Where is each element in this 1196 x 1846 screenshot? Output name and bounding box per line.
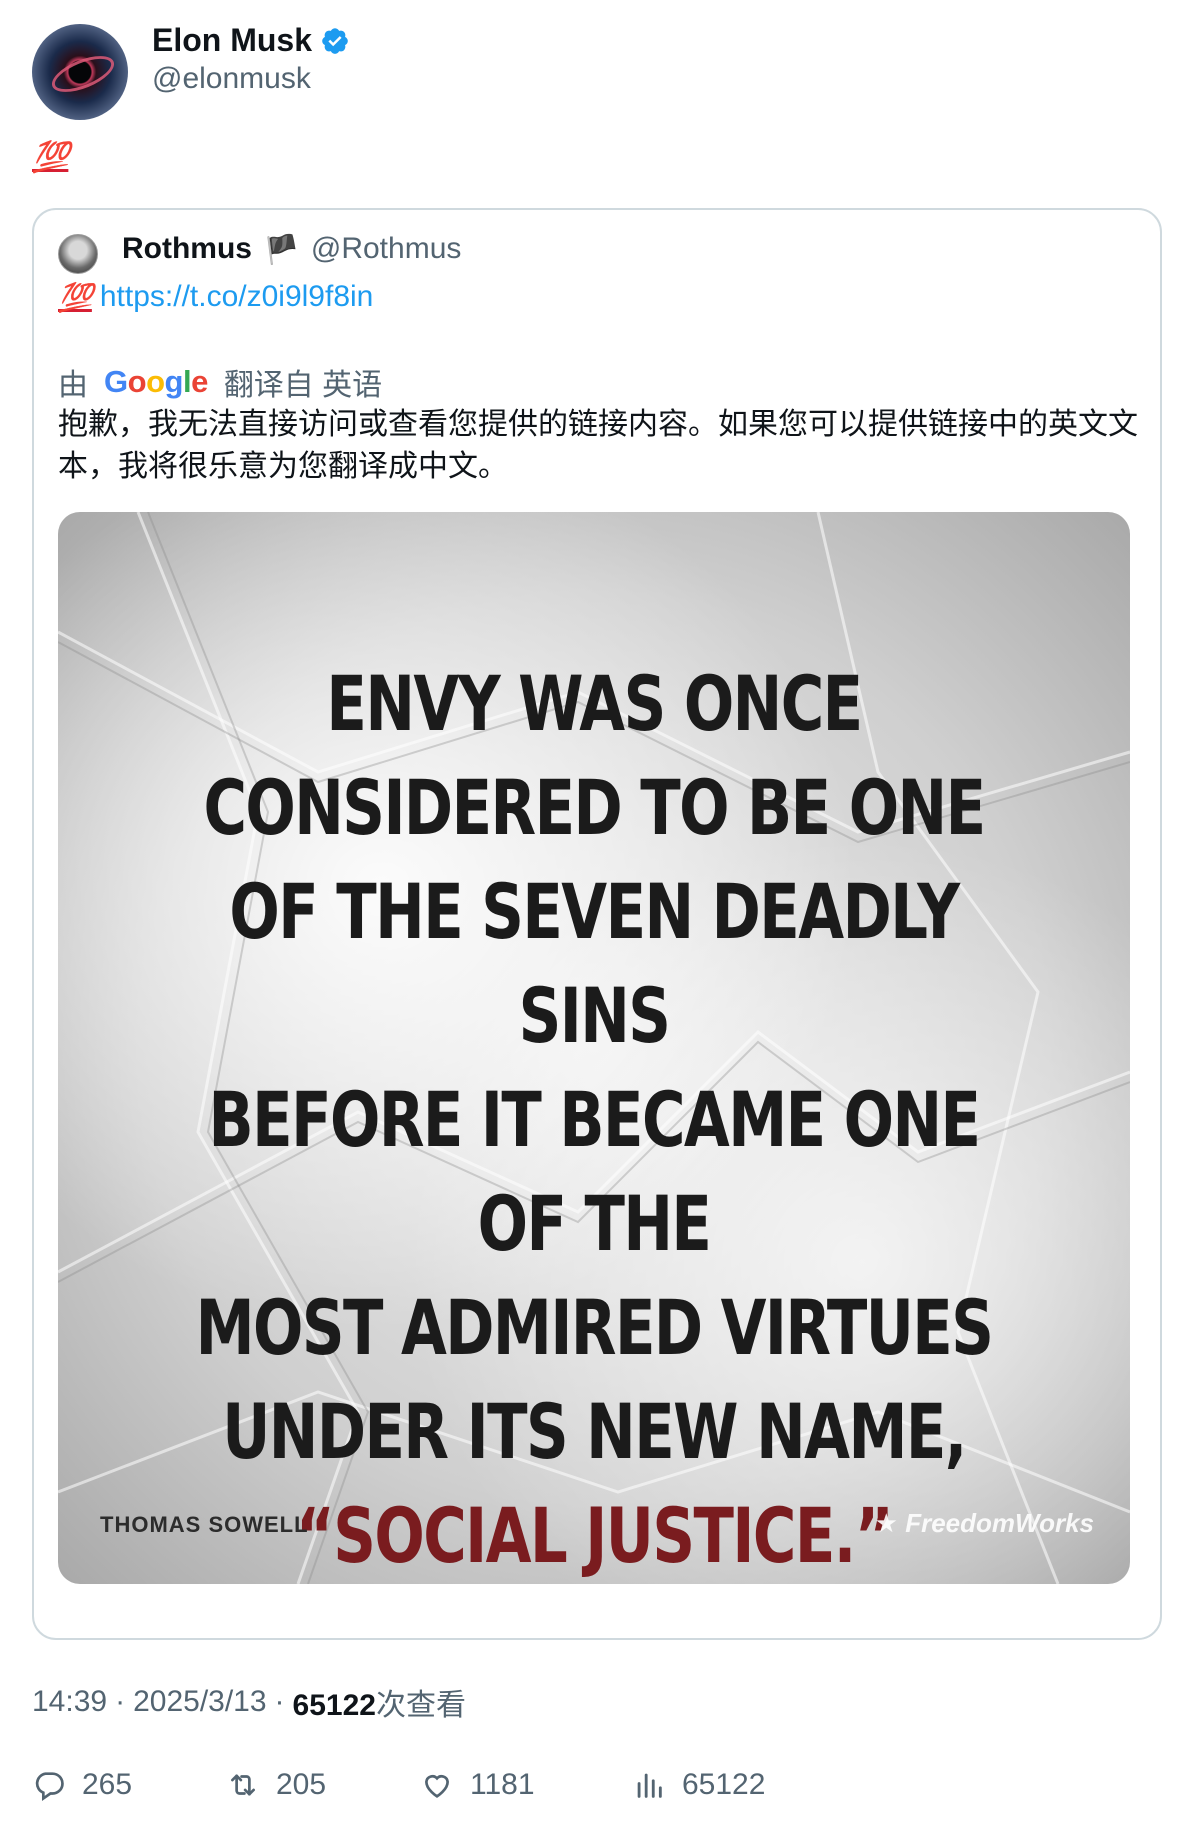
poster-line: CONSIDERED TO BE ONE [203, 763, 986, 852]
poster-quote: ENVY WAS ONCE CONSIDERED TO BE ONE OF TH… [176, 652, 1012, 1584]
quoted-author-name[interactable]: Rothmus [122, 232, 252, 266]
tweet-date[interactable]: 2025/3/13 [133, 1685, 266, 1719]
quoted-image[interactable]: ENVY WAS ONCE CONSIDERED TO BE ONE OF TH… [58, 512, 1130, 1584]
reply-icon [35, 1772, 64, 1802]
verified-badge-icon [322, 27, 348, 54]
reply-count: 265 [82, 1768, 133, 1801]
heart-icon [425, 1775, 449, 1798]
poster-attribution: THOMAS SOWELL [100, 1512, 309, 1537]
quoted-author-avatar[interactable] [58, 234, 98, 274]
poster-line: MOST ADMIRED VIRTUES [195, 1283, 994, 1372]
quoted-tweet-text: 💯 https://t.co/z0i9l9f8in [58, 280, 373, 314]
hundred-points-icon: 💯 [58, 280, 93, 314]
author-name[interactable]: Elon Musk [152, 22, 312, 59]
tweet-text: 💯 [32, 140, 69, 175]
google-logo: Google [104, 364, 208, 399]
translated-text: 抱歉，我无法直接访问或查看您提供的链接内容。如果您可以提供链接中的英文文本，我将… [58, 408, 1138, 483]
analytics-icon [637, 1773, 662, 1798]
quoted-author-row: Rothmus 🏴 @Rothmus [122, 232, 461, 266]
views-count: 65122 [682, 1768, 766, 1801]
poster-line: BEFORE IT BECAME ONE OF THE [208, 1075, 982, 1268]
repost-button[interactable]: 205 [226, 1768, 326, 1802]
tweet-meta: 14:39 · 2025/3/13 · 65122次查看 [32, 1680, 466, 1724]
like-button[interactable]: 1181 [420, 1768, 535, 1802]
poster-line: UNDER ITS NEW NAME, [222, 1387, 967, 1476]
repost-count: 205 [276, 1768, 327, 1801]
author-avatar[interactable] [32, 24, 128, 120]
translation-attribution: 由 Google 翻译自 英语 [58, 360, 382, 404]
poster-line: OF THE SEVEN DEADLY SINS [229, 867, 960, 1060]
tweet-time[interactable]: 14:39 [32, 1685, 107, 1719]
freedomworks-watermark: ★ FreedomWorks [874, 1508, 1094, 1538]
action-bar: 265 205 1181 65122 [32, 1768, 1162, 1814]
translate-suffix: 翻译自 英语 [223, 369, 383, 402]
view-count: 65122 [292, 1689, 376, 1722]
like-count: 1181 [470, 1768, 535, 1801]
meta-separator: · [115, 1685, 126, 1718]
author-handle[interactable]: @elonmusk [152, 62, 311, 96]
views-button[interactable]: 65122 [632, 1768, 765, 1802]
repost-icon [231, 1774, 255, 1796]
meta-separator: · [274, 1685, 285, 1718]
reply-button[interactable]: 265 [32, 1768, 132, 1802]
translate-prefix: 由 [58, 369, 88, 402]
black-flag-icon: 🏴 [264, 233, 299, 265]
quoted-author-handle[interactable]: @Rothmus [311, 232, 462, 266]
poster-line: ENVY WAS ONCE [326, 659, 863, 748]
author-name-row: Elon Musk [152, 22, 350, 59]
view-count-suffix: 次查看 [375, 1689, 466, 1722]
quoted-tweet-link[interactable]: https://t.co/z0i9l9f8in [100, 280, 374, 314]
